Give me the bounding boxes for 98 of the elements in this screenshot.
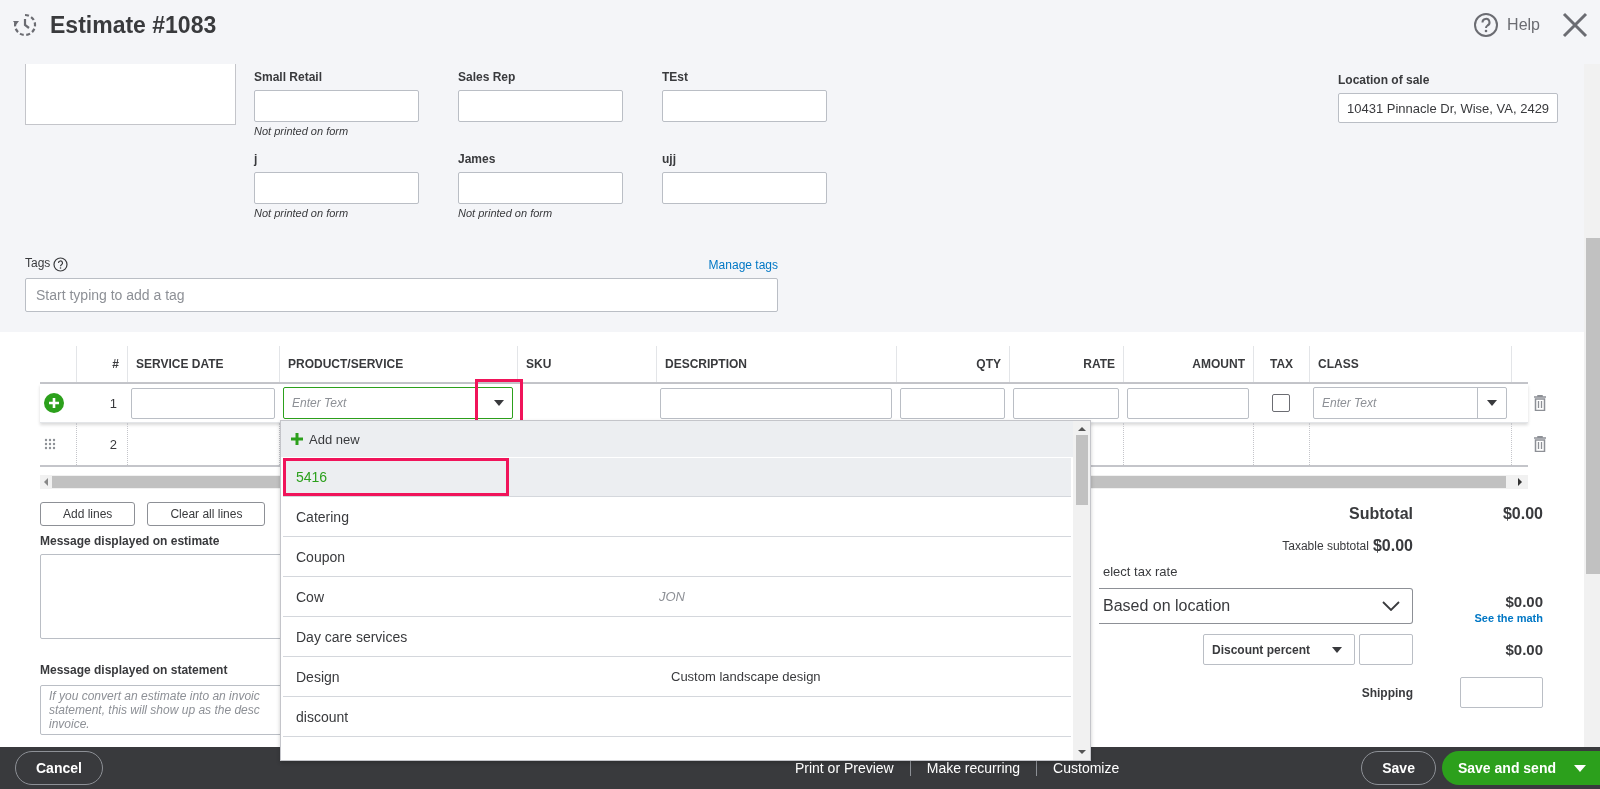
caret-icon [1574, 764, 1586, 772]
placeholder-text: If you convert an estimate into an invoic [49, 689, 260, 703]
table-button[interactable]: Add lines [40, 502, 136, 526]
discount-field[interactable] [1359, 634, 1413, 665]
location-field[interactable]: 10431 Pinnacle Dr, Wise, VA, 2429 [1338, 93, 1558, 123]
select-value: Discount percent [1212, 642, 1310, 657]
shipping-label: Shipping [1361, 685, 1413, 700]
window-title: Estimate #1083 [50, 11, 217, 39]
field-note: Not printed on form [458, 207, 554, 219]
input-field[interactable] [458, 172, 623, 204]
dropdown-item[interactable]: Cow JON [283, 577, 1071, 617]
help-button[interactable]: Help [1473, 12, 1540, 38]
input-field[interactable] [1013, 387, 1119, 419]
history-icon[interactable] [12, 12, 38, 38]
tax-value: $0.00 [1505, 593, 1543, 610]
input-field[interactable] [900, 387, 1005, 419]
item-description: Custom landscape design [671, 669, 821, 684]
column-header: TAX [1253, 346, 1309, 382]
column-header: SERVICE DATE [127, 346, 279, 382]
scrollbar[interactable] [1073, 421, 1090, 760]
field-label: Message displayed on statement [40, 663, 228, 677]
table-button[interactable]: Clear all lines [147, 502, 266, 526]
tags-field[interactable]: Start typing to add a tag [25, 278, 778, 312]
column-header: PRODUCT/SERVICE [279, 346, 517, 382]
item-name: Coupon [295, 547, 347, 567]
field-label: Tags [25, 256, 51, 272]
add-icon[interactable] [44, 393, 64, 413]
field-label: elect tax rate [1102, 564, 1179, 579]
row-number: 1 [109, 395, 117, 411]
drag-handle-icon[interactable] [44, 438, 56, 450]
caret-icon [1487, 400, 1497, 406]
manage-tags-link[interactable]: Manage tags [708, 258, 778, 272]
plus-icon [291, 433, 303, 445]
column-header: CLASS [1309, 346, 1511, 382]
shipping-field[interactable] [1460, 677, 1543, 708]
field-label: Location of sale [1338, 73, 1431, 89]
see-the-math-link[interactable]: See the math [1474, 612, 1543, 624]
column-header: SKU [517, 346, 656, 382]
dropdown-item[interactable]: discount [283, 697, 1071, 737]
scrollbar[interactable] [1584, 64, 1600, 747]
field-label: Sales Rep [458, 70, 517, 86]
address-field[interactable] [25, 64, 236, 125]
discount-value: $0.00 [1504, 641, 1543, 658]
input-field[interactable] [660, 387, 892, 419]
field-label: ujj [662, 152, 677, 168]
tax-checkbox[interactable] [1272, 394, 1290, 412]
discount-type-select[interactable]: Discount percent [1203, 634, 1355, 665]
column-header: # [76, 346, 127, 382]
dropdown-item[interactable]: Design Custom landscape design [283, 657, 1071, 697]
item-detail: JON [659, 589, 685, 604]
close-icon[interactable] [1562, 12, 1588, 38]
dropdown-item[interactable]: Catering [283, 497, 1071, 537]
caret-icon [1332, 646, 1342, 653]
item-name: Cow [295, 587, 325, 607]
taxable-subtotal-label: Taxable subtotal [1282, 539, 1369, 553]
field-label: James [458, 152, 497, 168]
input-field[interactable] [458, 90, 623, 122]
add-new-item[interactable]: Add new [281, 421, 1073, 457]
tax-rate-select[interactable]: Based on location [1099, 588, 1413, 624]
dropdown-item[interactable]: Coupon [283, 537, 1071, 577]
column-header: AMOUNT [1123, 346, 1253, 382]
column-header: DESCRIPTION [656, 346, 896, 382]
input-field[interactable] [1127, 387, 1249, 419]
taxable-subtotal-value: $0.00 [1372, 537, 1413, 555]
help-icon [1473, 12, 1500, 38]
field-label: j [254, 152, 259, 168]
field-label: Message displayed on estimate [40, 534, 220, 548]
column-header: RATE [1009, 346, 1123, 382]
item-name: Day care services [295, 627, 409, 647]
class-field[interactable]: Enter Text [1313, 387, 1507, 419]
input-field[interactable] [254, 90, 419, 122]
field-label: TEst [662, 70, 689, 86]
input-field[interactable] [662, 90, 827, 122]
subtotal-label: Subtotal [1349, 505, 1413, 523]
item-name: 5416 [283, 458, 509, 496]
trash-icon[interactable] [1533, 395, 1546, 411]
chevron-down-icon [1382, 601, 1400, 611]
select-value: Based on location [1103, 597, 1231, 615]
row-number: 2 [109, 436, 117, 452]
dropdown-item[interactable]: Day care services [283, 617, 1071, 657]
product-field[interactable]: Enter Text [283, 387, 513, 419]
field-note: Not printed on form [254, 125, 350, 137]
field-label: Small Retail [254, 70, 324, 86]
caret-icon [494, 400, 504, 406]
item-name: Catering [295, 507, 350, 527]
footer-link[interactable]: Print or Preview [778, 760, 910, 776]
help-icon[interactable] [53, 256, 69, 272]
subtotal-value: $0.00 [1501, 505, 1543, 523]
item-name: Design [295, 667, 341, 687]
input-field[interactable] [254, 172, 419, 204]
item-name: discount [295, 707, 350, 727]
column-header: QTY [896, 346, 1009, 382]
placeholder-text: statement, this will show up as the desc [49, 703, 260, 717]
field-note: Not printed on form [254, 207, 350, 219]
placeholder-text: invoice. [49, 717, 90, 731]
input-field[interactable] [662, 172, 827, 204]
input-field[interactable] [131, 387, 275, 419]
trash-icon[interactable] [1534, 436, 1546, 452]
